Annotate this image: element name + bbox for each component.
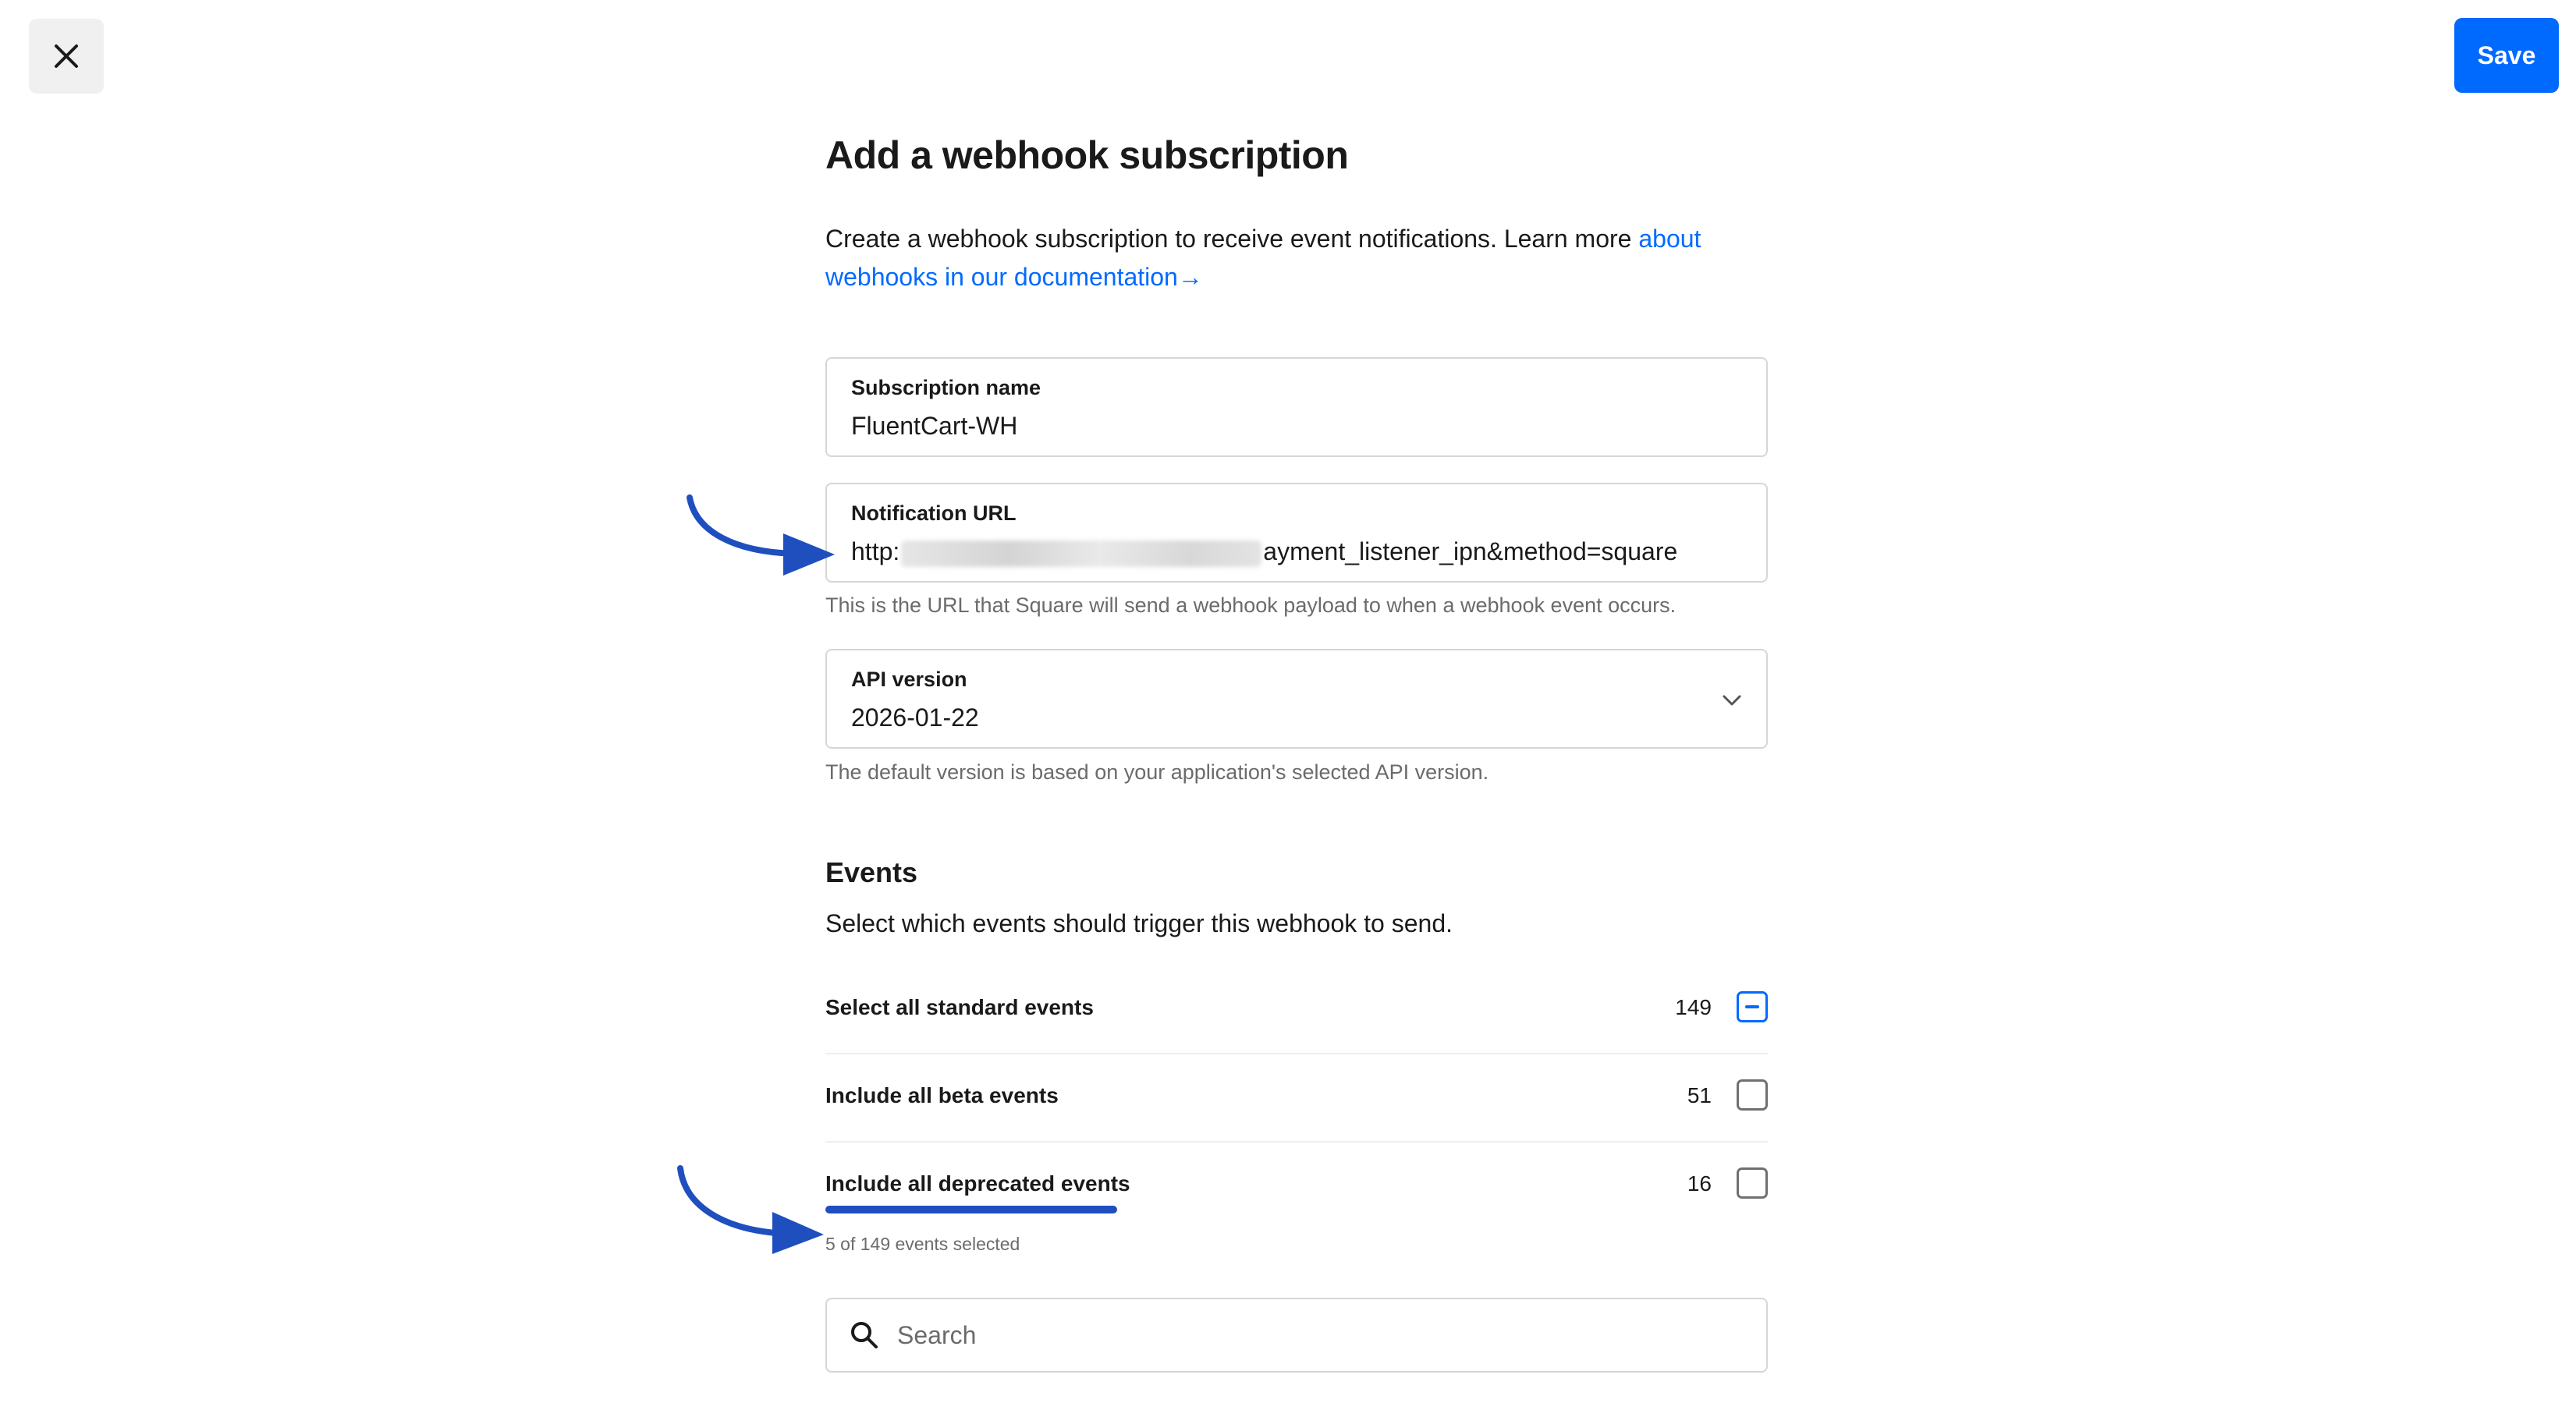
redacted-url-segment [901,540,1262,567]
search-icon [851,1322,878,1348]
webhook-subscription-page: Save Add a webhook subscription Create a… [0,0,2576,1403]
notification-url-helper: This is the URL that Square will send a … [825,593,1677,617]
event-row-count: 149 [1675,995,1712,1019]
chevron-down-icon [1723,695,1741,706]
event-row-label: Select all standard events [825,995,1094,1019]
subscription-name-value: FluentCart-WH [851,412,1018,440]
events-subtitle: Select which events should trigger this … [825,909,1453,937]
event-search-input[interactable] [897,1315,1747,1355]
event-row-standard[interactable]: Select all standard events 149 [825,967,1768,1054]
selected-events-summary: 5 of 149 events selected [825,1234,1020,1254]
event-row-count: 51 [1687,1083,1712,1107]
notification-url-field[interactable]: Notification URL http: ayment_listener_ip… [825,483,1768,583]
notification-url-prefix: http: [851,537,900,565]
intro-text: Create a webhook subscription to receive… [825,220,1768,296]
event-search-box[interactable] [825,1298,1768,1373]
annotation-arrow-icon [677,1165,824,1254]
annotation-underline [825,1206,1117,1213]
notification-url-label: Notification URL [851,501,1017,525]
api-version-label: API version [851,668,967,691]
subscription-name-label: Subscription name [851,376,1041,399]
api-version-select[interactable]: API version 2026-01-22 [825,649,1768,749]
save-button[interactable]: Save [2454,18,2559,93]
event-row-label: Include all deprecated events [825,1171,1130,1196]
notification-url-value: http: ayment_listener_ipn&method=square [851,537,1677,567]
page-title: Add a webhook subscription [825,133,1349,177]
include-deprecated-checkbox[interactable] [1737,1167,1768,1199]
arrow-right-icon: → [1177,263,1203,291]
subscription-name-field[interactable]: Subscription name FluentCart-WH [825,357,1768,457]
annotation-arrow-icon [687,494,835,576]
select-all-standard-checkbox[interactable] [1737,991,1768,1022]
notification-url-suffix: ayment_listener_ipn&method=square [1263,537,1678,565]
close-button[interactable] [29,19,104,94]
api-version-helper: The default version is based on your app… [825,760,1489,784]
close-icon [55,44,78,68]
include-beta-checkbox[interactable] [1737,1079,1768,1111]
event-row-label: Include all beta events [825,1083,1059,1107]
event-row-count: 16 [1687,1171,1712,1196]
api-version-value: 2026-01-22 [851,703,979,732]
event-row-deprecated[interactable]: Include all deprecated events 16 [825,1143,1768,1231]
event-row-beta[interactable]: Include all beta events 51 [825,1055,1768,1143]
events-title: Events [825,856,918,888]
intro-text-body: Create a webhook subscription to receive… [825,225,1639,253]
